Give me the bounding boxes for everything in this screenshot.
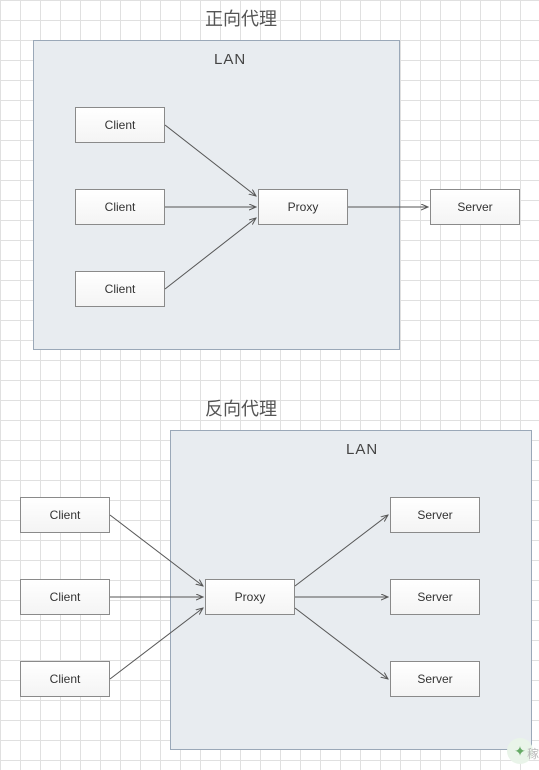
lan-label-forward: LAN (214, 51, 246, 68)
server-box: Server (390, 497, 480, 533)
title-forward-proxy: 正向代理 (205, 5, 277, 31)
client-box: Client (75, 107, 165, 143)
client-box: Client (75, 189, 165, 225)
lan-label-reverse: LAN (346, 441, 378, 458)
proxy-box-reverse: Proxy (205, 579, 295, 615)
watermark-text: 稼 (527, 745, 539, 762)
server-box-forward: Server (430, 189, 520, 225)
title-reverse-proxy: 反向代理 (205, 395, 277, 421)
client-box: Client (20, 661, 110, 697)
client-box: Client (75, 271, 165, 307)
server-box: Server (390, 579, 480, 615)
proxy-box-forward: Proxy (258, 189, 348, 225)
client-box: Client (20, 497, 110, 533)
client-box: Client (20, 579, 110, 615)
server-box: Server (390, 661, 480, 697)
